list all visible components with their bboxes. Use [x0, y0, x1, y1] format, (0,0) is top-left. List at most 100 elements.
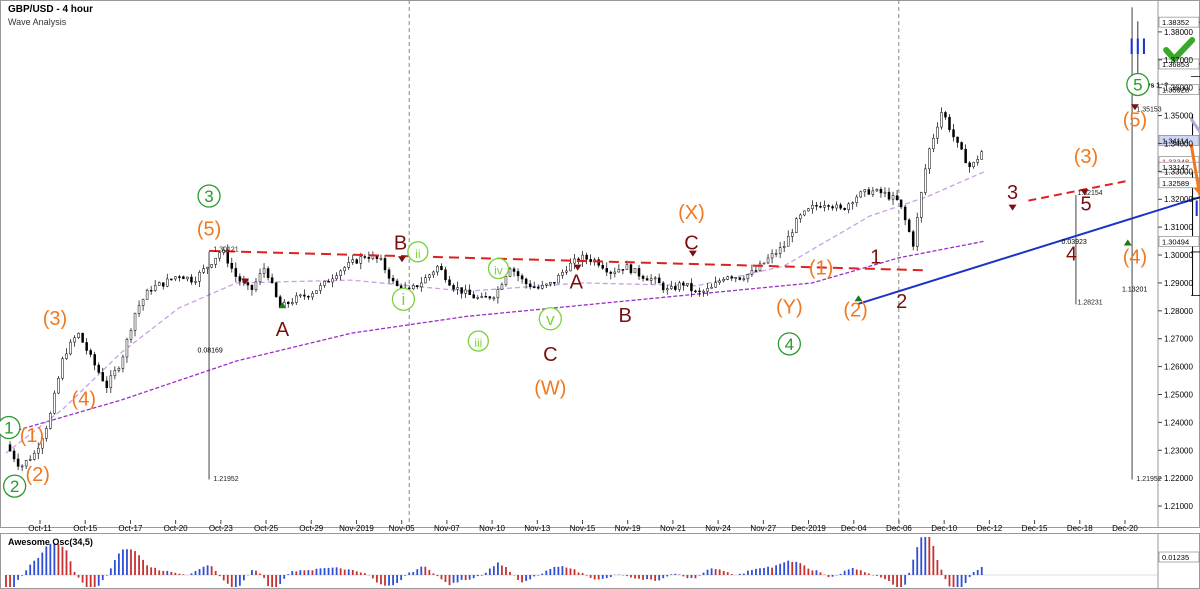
- x-tick-label: Dec-12: [976, 524, 1002, 533]
- candle-body: [363, 256, 367, 258]
- measure-label: 1.21952: [1136, 476, 1161, 483]
- candle-body: [915, 217, 919, 247]
- candle-body: [448, 279, 451, 286]
- y-tick-label: 1.21000: [1164, 502, 1193, 511]
- candle-body: [649, 278, 653, 281]
- x-tick-label: Nov-21: [660, 524, 686, 533]
- x-tick-label: Nov-19: [615, 524, 641, 533]
- candle-body: [428, 274, 431, 278]
- wave-label: 3: [204, 187, 213, 206]
- candle-body: [936, 126, 939, 139]
- candle-body: [585, 254, 588, 260]
- candle-body: [827, 205, 830, 207]
- candle-body: [980, 151, 983, 160]
- candle-body: [210, 264, 213, 268]
- candle-body: [532, 286, 536, 289]
- candle-body: [286, 301, 290, 305]
- candle-body: [85, 342, 88, 351]
- candle-body: [617, 269, 621, 273]
- candle-body: [569, 262, 572, 272]
- candle-body: [545, 283, 548, 286]
- candle-body: [452, 285, 455, 290]
- candle-body: [379, 258, 383, 260]
- candle-body: [657, 277, 661, 284]
- y-tick-label: 1.38000: [1164, 28, 1193, 37]
- candle-body: [565, 270, 568, 273]
- measure-label: 1.28231: [1077, 299, 1102, 306]
- measure-label: 1.21952: [213, 476, 238, 483]
- candle-body: [266, 268, 270, 278]
- candle-body: [262, 268, 266, 274]
- wave-label: (1): [20, 425, 44, 447]
- y-tick-label: 1.23000: [1164, 446, 1193, 455]
- candle-body: [166, 278, 169, 287]
- candle-body: [899, 199, 903, 208]
- candle-body: [53, 392, 56, 414]
- y-tick-label: 1.26000: [1164, 363, 1193, 372]
- wave-label: (4): [1123, 246, 1147, 268]
- candle-body: [198, 272, 201, 282]
- x-tick-label: Dec-15: [1022, 524, 1048, 533]
- candle-body: [12, 450, 16, 460]
- y-tick-label: 1.25000: [1164, 390, 1193, 399]
- candle-body: [653, 277, 657, 280]
- y-tick-label: 1.27000: [1164, 335, 1193, 344]
- candle-body: [395, 280, 399, 287]
- x-tick-label: Nov-13: [524, 524, 550, 533]
- candle-body: [351, 259, 355, 263]
- candle-body: [238, 276, 242, 282]
- candle-body: [968, 162, 971, 168]
- candle-body: [57, 377, 60, 394]
- candle-body: [190, 276, 193, 283]
- candle-body: [710, 286, 713, 289]
- candle-body: [766, 257, 770, 264]
- y-tick-label: 1.32000: [1164, 195, 1193, 204]
- price-tag: 1.30494: [1162, 237, 1189, 246]
- candle-body: [573, 258, 576, 264]
- candle-body: [105, 380, 109, 388]
- candle-body: [750, 270, 754, 275]
- candle-body: [49, 413, 52, 429]
- candle-body: [37, 447, 40, 454]
- ao-value-label: 0.01235: [1162, 553, 1189, 562]
- x-tick-label: Dec-04: [841, 524, 867, 533]
- candle-body: [786, 236, 790, 247]
- wave-label: (W): [534, 377, 566, 399]
- x-tick-label: Nov-27: [750, 524, 776, 533]
- candle-body: [141, 299, 145, 307]
- candle-body: [202, 268, 205, 273]
- candle-body: [778, 247, 782, 254]
- x-tick-label: Dec-10: [931, 524, 957, 533]
- candle-body: [976, 159, 979, 163]
- wave-label: (2): [843, 299, 867, 321]
- wave-label: III: [1129, 34, 1147, 59]
- candle-body: [480, 296, 484, 298]
- candle-body: [69, 341, 72, 355]
- candle-body: [528, 283, 532, 288]
- candle-body: [299, 294, 302, 297]
- x-tick-label: Oct-11: [28, 524, 52, 533]
- candle-body: [851, 202, 854, 205]
- wave-label: (4): [72, 389, 96, 411]
- candle-body: [714, 282, 717, 288]
- candle-body: [137, 305, 141, 314]
- wave-label: (5): [197, 219, 221, 241]
- wave-label: i: [402, 290, 406, 309]
- candle-body: [944, 112, 947, 118]
- candle-body: [81, 332, 84, 343]
- wave-label: A: [570, 271, 584, 293]
- candle-body: [254, 281, 258, 290]
- candle-body: [549, 281, 552, 285]
- candle-body: [706, 288, 709, 292]
- x-tick-label: Dec-18: [1067, 524, 1093, 533]
- candle-body: [109, 375, 113, 388]
- candle-body: [815, 204, 818, 207]
- candle-body: [121, 356, 125, 369]
- candle-body: [665, 288, 669, 291]
- candle-body: [928, 148, 931, 170]
- candle-body: [536, 286, 540, 289]
- candle-body: [355, 259, 359, 264]
- candle-body: [391, 278, 395, 282]
- candle-body: [895, 195, 899, 201]
- candle-body: [645, 278, 649, 281]
